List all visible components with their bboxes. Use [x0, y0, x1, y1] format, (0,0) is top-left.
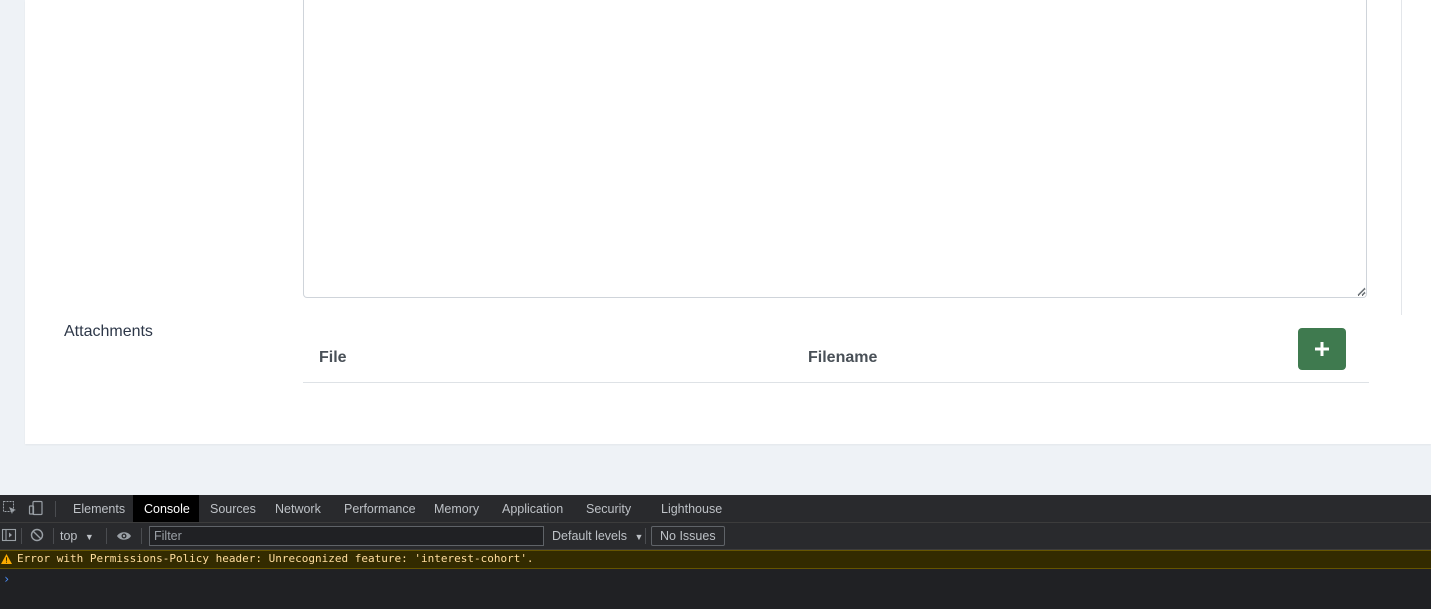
tab-memory[interactable]: Memory — [423, 495, 490, 522]
device-toolbar-icon[interactable] — [28, 500, 44, 516]
chevron-down-icon: ▼ — [84, 532, 94, 542]
context-selector[interactable]: top ▼ — [60, 527, 94, 545]
inspect-element-icon[interactable] — [2, 500, 18, 516]
toolbar-separator — [106, 528, 107, 544]
context-value: top — [60, 529, 78, 543]
attachments-label: Attachments — [64, 323, 153, 340]
console-message-warning: Error with Permissions-Policy header: Un… — [0, 550, 1431, 569]
eye-icon[interactable] — [116, 528, 132, 544]
log-levels-label: Default levels — [552, 529, 628, 543]
chevron-down-icon: ▼ — [634, 532, 644, 542]
toolbar-separator — [55, 501, 56, 517]
attachments-table-header: File Filename — [303, 318, 1369, 383]
tab-security[interactable]: Security — [575, 495, 642, 522]
log-levels-dropdown[interactable]: Default levels ▼ — [552, 527, 643, 545]
sidebar-toggle-icon[interactable] — [1, 527, 17, 543]
description-textarea[interactable] — [303, 0, 1367, 298]
toolbar-separator — [645, 528, 646, 544]
tab-network[interactable]: Network — [264, 495, 332, 522]
plus-icon — [1315, 342, 1329, 356]
tab-application[interactable]: Application — [491, 495, 574, 522]
devtools-panel: Elements Console Sources Network Perform… — [0, 495, 1431, 609]
warning-icon — [1, 554, 12, 564]
console-toolbar: top ▼ Default levels ▼ No Issues — [0, 523, 1431, 550]
tab-lighthouse[interactable]: Lighthouse — [650, 495, 733, 522]
form-card: Attachments File Filename — [25, 0, 1431, 444]
column-header-file: File — [319, 349, 347, 366]
devtools-tabbar: Elements Console Sources Network Perform… — [0, 495, 1431, 523]
console-message-text: Error with Permissions-Policy header: Un… — [17, 552, 534, 565]
tab-elements[interactable]: Elements — [62, 495, 136, 522]
toolbar-separator — [53, 528, 54, 544]
toolbar-separator — [141, 528, 142, 544]
column-divider — [1401, 0, 1402, 315]
clear-console-icon[interactable] — [29, 527, 45, 543]
issues-button[interactable]: No Issues — [651, 526, 725, 546]
tab-sources[interactable]: Sources — [199, 495, 267, 522]
column-header-filename: Filename — [808, 349, 878, 366]
add-attachment-button[interactable] — [1298, 328, 1346, 370]
console-filter-input[interactable] — [149, 526, 544, 546]
toolbar-separator — [21, 528, 22, 544]
tab-console[interactable]: Console — [133, 495, 199, 522]
page-area: Attachments File Filename — [0, 0, 1431, 495]
tab-performance[interactable]: Performance — [333, 495, 427, 522]
console-prompt[interactable]: › — [3, 572, 10, 586]
